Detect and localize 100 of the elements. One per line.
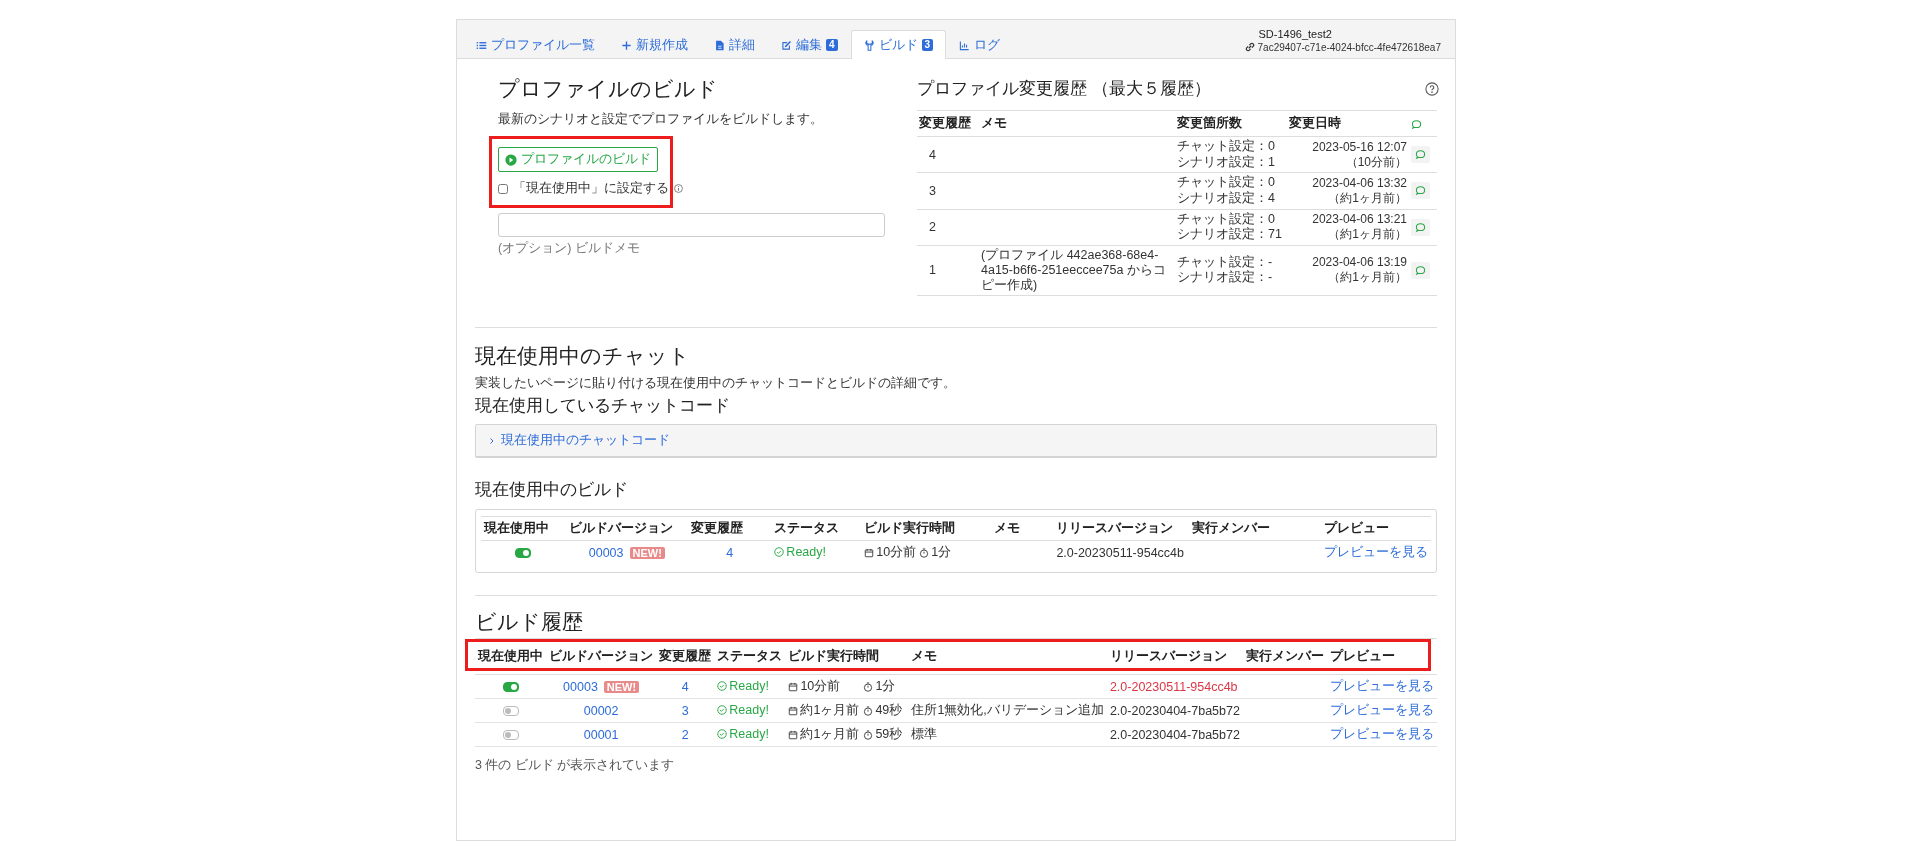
count-badge: 3 bbox=[921, 39, 934, 51]
revision-link[interactable]: 2 bbox=[681, 727, 689, 742]
wrench-icon bbox=[863, 39, 875, 51]
column-header: ビルドバージョン bbox=[546, 638, 657, 675]
new-badge: NEW! bbox=[629, 546, 665, 559]
column-header: リリースバージョン bbox=[1053, 516, 1190, 541]
revision-link[interactable]: 4 bbox=[726, 545, 734, 560]
result-count: 3 件の ビルド が表示されています bbox=[475, 757, 676, 774]
stopwatch-icon bbox=[863, 681, 874, 692]
plus-icon bbox=[621, 39, 632, 51]
edit-icon bbox=[781, 39, 792, 51]
tab[interactable]: 詳細 bbox=[701, 30, 768, 59]
comment-icon bbox=[1415, 185, 1426, 197]
build-date: 約1ヶ月前 bbox=[800, 726, 861, 743]
column-header: メモ bbox=[990, 516, 1054, 541]
table-cell: 2.0-20230404-7ba5b72 bbox=[1106, 722, 1243, 747]
version-link[interactable]: 00001 bbox=[583, 727, 619, 742]
table-cell: チャット設定：0 シナリオ設定：71 bbox=[1175, 209, 1287, 246]
table-cell: 2.0-20230404-7ba5b72 bbox=[1106, 698, 1243, 723]
column-header: 実行メンバー bbox=[1189, 516, 1321, 541]
build-duration: 1分 bbox=[931, 544, 952, 561]
version-link[interactable]: 00003 bbox=[588, 545, 624, 560]
table-cell: 2023-04-06 13:32 （約1ヶ月前） bbox=[1287, 172, 1409, 209]
version-link[interactable]: 00003 bbox=[563, 679, 598, 694]
section-title: プロファイル変更履歴 （最大５履歴） bbox=[917, 78, 1211, 100]
revision-link[interactable]: 3 bbox=[681, 703, 689, 718]
column-header: プレビュー bbox=[1327, 638, 1437, 675]
section-title: 現在使用中のチャット bbox=[475, 343, 691, 369]
toggle-switch[interactable] bbox=[502, 730, 519, 741]
table-cell: 2023-04-06 13:19 （約1ヶ月前） bbox=[1287, 245, 1409, 296]
preview-link[interactable]: プレビューを見る bbox=[1324, 545, 1428, 559]
table-cell: 2.0-20230511-954cc4b bbox=[1053, 540, 1190, 564]
table-cell: チャット設定：- シナリオ設定：- bbox=[1175, 245, 1287, 296]
table-cell: チャット設定：0 シナリオ設定：1 bbox=[1175, 136, 1287, 173]
info-icon bbox=[674, 184, 683, 193]
stopwatch-icon bbox=[863, 729, 874, 740]
column-header: 変更日時 bbox=[1287, 110, 1409, 137]
toggle-switch[interactable] bbox=[502, 682, 519, 693]
status-label: Ready! bbox=[717, 679, 769, 693]
comment-button[interactable] bbox=[1411, 146, 1430, 164]
preview-link[interactable]: プレビューを見る bbox=[1330, 703, 1434, 717]
column-header: ビルド実行時間 bbox=[861, 516, 991, 541]
comment-button[interactable] bbox=[1411, 261, 1430, 279]
section-title: ビルド履歴 bbox=[475, 609, 584, 635]
column-header: プレビュー bbox=[1321, 516, 1431, 541]
build-date: 10分前 bbox=[876, 544, 917, 561]
section-title: 現在使用しているチャットコード bbox=[475, 395, 731, 417]
comment-button[interactable] bbox=[1411, 218, 1430, 236]
stopwatch-icon bbox=[919, 547, 930, 558]
play-icon bbox=[505, 153, 517, 166]
tab[interactable]: ログ bbox=[946, 30, 1014, 59]
comment-icon bbox=[1415, 149, 1426, 161]
tab[interactable]: ビルド 3 bbox=[850, 30, 947, 59]
column-header: 変更履歴 bbox=[917, 110, 979, 137]
calendar-icon bbox=[788, 681, 799, 692]
tab[interactable]: 新規作成 bbox=[608, 30, 701, 59]
column-header: ステータス bbox=[771, 516, 862, 541]
comment-button[interactable] bbox=[1411, 182, 1430, 200]
table-cell: 2023-05-16 12:07 （10分前） bbox=[1287, 136, 1409, 173]
help-icon bbox=[1425, 82, 1439, 96]
tab[interactable]: プロファイル一覧 bbox=[463, 30, 608, 59]
revision-link[interactable]: 4 bbox=[681, 679, 689, 694]
build-duration: 59秒 bbox=[875, 726, 903, 743]
link-icon bbox=[1244, 42, 1255, 52]
description-text: 実装したいページに貼り付ける現在使用中のチャットコードとビルドの詳細です。 bbox=[475, 375, 957, 392]
build-button[interactable]: プロファイルのビルド bbox=[498, 147, 658, 172]
status-label: Ready! bbox=[717, 703, 769, 717]
column-header: メモ bbox=[979, 110, 1175, 137]
table-cell: 4 bbox=[917, 136, 979, 173]
tab[interactable]: 編集 4 bbox=[768, 30, 851, 59]
comment-icon bbox=[1415, 264, 1426, 276]
column-header: ステータス bbox=[714, 638, 786, 675]
check-circle-icon bbox=[717, 681, 728, 691]
build-duration: 1分 bbox=[875, 678, 896, 695]
profile-name: SD-1496_test2 bbox=[1258, 27, 1333, 40]
table-cell: 3 bbox=[917, 172, 979, 209]
version-link[interactable]: 00002 bbox=[583, 703, 619, 718]
build-duration: 49秒 bbox=[875, 702, 903, 719]
checkbox[interactable] bbox=[498, 183, 508, 194]
toggle-switch[interactable] bbox=[502, 706, 519, 717]
toggle-switch[interactable] bbox=[515, 548, 532, 559]
preview-link[interactable]: プレビューを見る bbox=[1330, 679, 1434, 693]
column-header: ビルド実行時間 bbox=[785, 638, 909, 675]
table-cell: 2.0-20230511-954cc4b bbox=[1106, 674, 1243, 699]
field-hint: (オプション) ビルドメモ bbox=[498, 240, 641, 257]
column-header: 変更履歴 bbox=[656, 638, 715, 675]
preview-link[interactable]: プレビューを見る bbox=[1330, 727, 1434, 741]
column-header: 変更箇所数 bbox=[1175, 110, 1287, 137]
table-cell: 2 bbox=[917, 209, 979, 246]
build-date: 10分前 bbox=[800, 678, 842, 695]
section-title: 現在使用中のビルド bbox=[475, 479, 629, 501]
memo-field[interactable] bbox=[498, 213, 885, 237]
column-header: 変更履歴 bbox=[688, 516, 772, 541]
count-badge: 4 bbox=[826, 39, 838, 51]
column-header: メモ bbox=[908, 638, 1107, 675]
calendar-icon bbox=[788, 729, 799, 740]
checkbox-label: 「現在使用中」に設定する bbox=[513, 180, 669, 197]
calendar-icon bbox=[864, 547, 875, 558]
comment-icon bbox=[1415, 221, 1426, 233]
expand-link[interactable]: 現在使用中のチャットコード bbox=[488, 432, 670, 449]
